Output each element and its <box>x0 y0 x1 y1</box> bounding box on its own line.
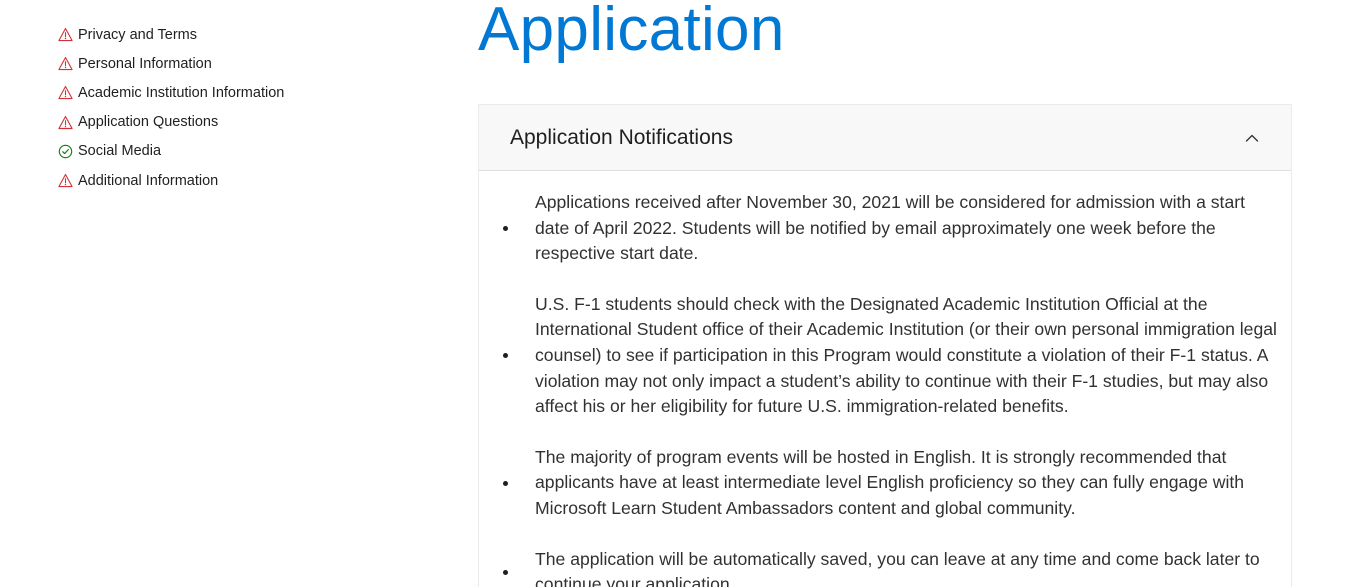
check-circle-icon <box>58 144 73 159</box>
sidebar-item-social-media[interactable]: Social Media <box>58 137 378 166</box>
sidebar-item-label: Application Questions <box>78 114 219 131</box>
warning-triangle-icon <box>58 85 73 100</box>
sidebar-item-privacy-and-terms[interactable]: Privacy and Terms <box>58 20 378 49</box>
sidebar-item-label: Additional Information <box>78 172 219 189</box>
sidebar-item-label: Social Media <box>78 143 162 160</box>
chevron-up-icon[interactable] <box>1243 129 1261 147</box>
bullet-icon <box>479 569 535 575</box>
sidebar-item-additional-information[interactable]: Additional Information <box>58 166 378 195</box>
sidebar-item-label: Privacy and Terms <box>78 26 197 43</box>
application-page: Privacy and Terms Personal Information A… <box>0 0 1358 587</box>
panel-title: Application Notifications <box>510 125 733 149</box>
warning-triangle-icon <box>58 56 73 71</box>
notification-text: The majority of program events will be h… <box>535 446 1245 518</box>
list-item: Applications received after November 30,… <box>479 190 1291 267</box>
sidebar-item-application-questions[interactable]: Application Questions <box>58 108 378 137</box>
bullet-icon <box>479 353 535 359</box>
list-item: U.S. F-1 students should check with the … <box>479 292 1291 420</box>
warning-triangle-icon <box>58 27 73 42</box>
application-notifications-header[interactable]: Application Notifications <box>479 105 1291 171</box>
bullet-icon <box>479 480 535 486</box>
sidebar-item-label: Academic Institution Information <box>78 84 285 101</box>
application-sections-nav: Privacy and Terms Personal Information A… <box>58 20 378 195</box>
sidebar-item-personal-information[interactable]: Personal Information <box>58 49 378 78</box>
warning-triangle-icon <box>58 173 73 188</box>
notification-text: The application will be automatically sa… <box>535 548 1260 587</box>
application-notifications-panel: Application Notifications Applications r… <box>478 104 1292 587</box>
list-item: The application will be automatically sa… <box>479 547 1291 587</box>
notification-list: Applications received after November 30,… <box>479 171 1291 587</box>
sidebar-item-label: Personal Information <box>78 55 212 72</box>
page-title: Application <box>478 0 785 64</box>
bullet-icon <box>479 225 535 231</box>
sidebar-item-academic-institution-information[interactable]: Academic Institution Information <box>58 78 378 107</box>
list-item: The majority of program events will be h… <box>479 445 1291 522</box>
notification-text: U.S. F-1 students should check with the … <box>535 293 1277 417</box>
notification-text: Applications received after November 30,… <box>535 192 1245 264</box>
warning-triangle-icon <box>58 115 73 130</box>
